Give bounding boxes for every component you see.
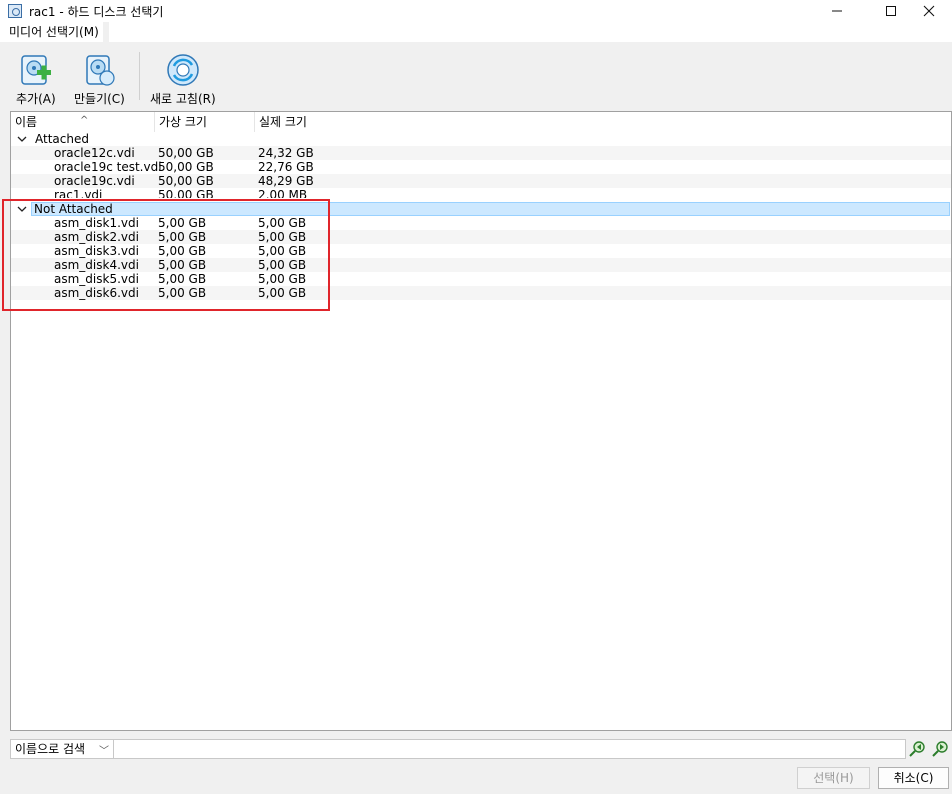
disk-name: asm_disk3.vdi (54, 244, 139, 258)
title-bar: rac1 - 하드 디스크 선택기 (0, 0, 952, 22)
disk-actual-size: 5,00 GB (258, 258, 307, 272)
disk-actual-size: 22,76 GB (258, 160, 314, 174)
table-row[interactable]: oracle19c test.vdi 50,00 GB 22,76 GB (11, 160, 951, 174)
disk-actual-size: 5,00 GB (258, 272, 307, 286)
disk-name: oracle19c test.vdi (54, 160, 162, 174)
disk-virtual-size: 5,00 GB (158, 216, 207, 230)
disk-actual-size: 2,00 MB (258, 188, 308, 198)
close-icon[interactable] (906, 0, 952, 22)
search-next-icon[interactable] (931, 740, 949, 758)
disk-virtual-size: 5,00 GB (158, 286, 207, 300)
tree-header: 이름 ^ 가상 크기 실제 크기 (11, 112, 951, 132)
table-row[interactable]: asm_disk5.vdi 5,00 GB 5,00 GB (11, 272, 951, 286)
search-mode-select[interactable]: 이름으로 검색 ﹀ (10, 739, 114, 759)
refresh-label: 새로 고침(R) (150, 92, 216, 106)
refresh-button[interactable]: 새로 고침(R) (150, 52, 216, 107)
create-disk-icon (86, 55, 116, 86)
add-button[interactable]: 추가(A) (16, 52, 56, 107)
minimize-icon[interactable] (814, 0, 860, 22)
group-attached-label: Attached (35, 132, 89, 146)
disk-name: oracle19c.vdi (54, 174, 135, 188)
create-label: 만들기(C) (74, 92, 125, 106)
table-row[interactable]: rac1.vdi 50,00 GB 2,00 MB (11, 188, 951, 198)
menu-bar: 미디어 선택기(M) (0, 22, 952, 42)
disk-virtual-size: 50,00 GB (158, 160, 214, 174)
group-not-attached-label: Not Attached (34, 202, 113, 216)
add-label: 추가(A) (16, 92, 56, 106)
disk-virtual-size: 5,00 GB (158, 272, 207, 286)
disk-name: asm_disk2.vdi (54, 230, 139, 244)
table-row[interactable]: asm_disk6.vdi 5,00 GB 5,00 GB (11, 286, 951, 300)
column-actual-size-header[interactable]: 실제 크기 (255, 112, 355, 132)
column-name-header[interactable]: 이름 ^ (11, 112, 155, 132)
disk-name: asm_disk6.vdi (54, 286, 139, 300)
table-row[interactable]: asm_disk4.vdi 5,00 GB 5,00 GB (11, 258, 951, 272)
menu-bar-fill (108, 22, 952, 42)
group-attached[interactable]: Attached (11, 132, 951, 146)
table-row[interactable]: asm_disk2.vdi 5,00 GB 5,00 GB (11, 230, 951, 244)
select-button[interactable]: 선택(H) (797, 767, 870, 789)
disk-name: oracle12c.vdi (54, 146, 135, 160)
disk-actual-size: 5,00 GB (258, 216, 307, 230)
chevron-down-icon[interactable] (16, 132, 28, 146)
disk-name: asm_disk4.vdi (54, 258, 139, 272)
cancel-button[interactable]: 취소(C) (878, 767, 949, 789)
create-button[interactable]: 만들기(C) (74, 52, 125, 107)
disk-virtual-size: 5,00 GB (158, 258, 207, 272)
disk-virtual-size: 5,00 GB (158, 244, 207, 258)
disk-actual-size: 48,29 GB (258, 174, 314, 188)
group-not-attached-selection[interactable]: Not Attached (31, 202, 950, 216)
disk-name: asm_disk1.vdi (54, 216, 139, 230)
search-bar: 이름으로 검색 ﹀ (10, 739, 952, 759)
disk-virtual-size: 50,00 GB (158, 188, 214, 198)
table-row[interactable]: asm_disk1.vdi 5,00 GB 5,00 GB (11, 216, 951, 230)
disk-name: rac1.vdi (54, 188, 103, 198)
search-previous-icon[interactable] (908, 740, 926, 758)
toolbar-separator (139, 52, 140, 100)
menu-media-selector[interactable]: 미디어 선택기(M) (0, 22, 103, 42)
column-actual-size-label: 실제 크기 (259, 115, 307, 129)
disk-actual-size: 5,00 GB (258, 230, 307, 244)
disk-actual-size: 5,00 GB (258, 244, 307, 258)
disk-tree[interactable]: 이름 ^ 가상 크기 실제 크기 Attached oracle12c.vdi … (10, 111, 952, 731)
refresh-icon (167, 54, 199, 86)
search-mode-value: 이름으로 검색 (15, 742, 86, 756)
hard-disk-app-icon (8, 4, 22, 18)
table-row[interactable]: oracle12c.vdi 50,00 GB 24,32 GB (11, 146, 951, 160)
disk-actual-size: 5,00 GB (258, 286, 307, 300)
window-title: rac1 - 하드 디스크 선택기 (29, 4, 164, 19)
disk-virtual-size: 5,00 GB (158, 230, 207, 244)
disk-name: asm_disk5.vdi (54, 272, 139, 286)
search-input[interactable] (114, 739, 906, 759)
column-virtual-size-label: 가상 크기 (159, 115, 207, 129)
disk-actual-size: 24,32 GB (258, 146, 314, 160)
table-row[interactable]: asm_disk3.vdi 5,00 GB 5,00 GB (11, 244, 951, 258)
column-virtual-size-header[interactable]: 가상 크기 (155, 112, 255, 132)
column-name-label: 이름 (15, 115, 38, 129)
disk-virtual-size: 50,00 GB (158, 146, 214, 160)
chevron-down-icon: ﹀ (99, 746, 109, 757)
chevron-down-icon[interactable] (16, 202, 28, 216)
sort-ascending-icon: ^ (80, 115, 89, 126)
table-row[interactable]: oracle19c.vdi 50,00 GB 48,29 GB (11, 174, 951, 188)
disk-virtual-size: 50,00 GB (158, 174, 214, 188)
toolbar: 추가(A) 만들기(C) 새로 고침(R) (0, 42, 952, 110)
add-disk-icon (21, 55, 51, 85)
